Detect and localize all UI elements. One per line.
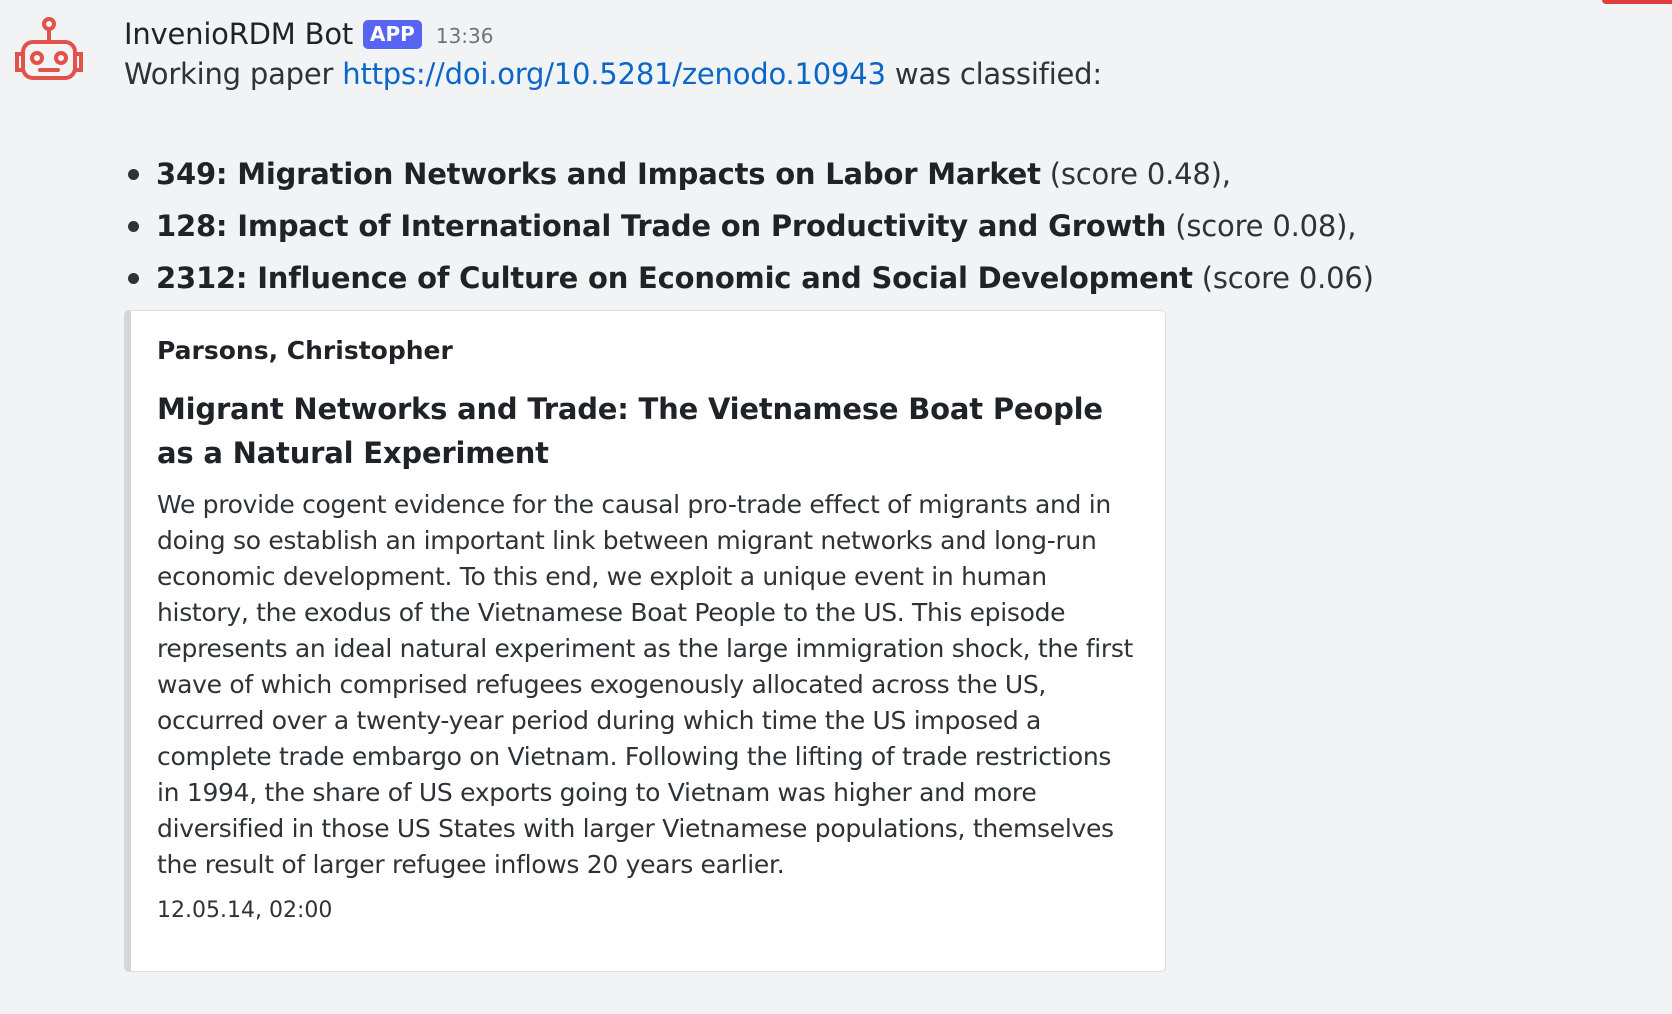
notification-indicator bbox=[1602, 0, 1672, 4]
list-item: 128: Impact of International Trade on Pr… bbox=[124, 200, 1624, 252]
intro-suffix: was classified: bbox=[885, 57, 1102, 91]
topic-score: (score 0.06) bbox=[1192, 261, 1374, 295]
topic-label: 128: Impact of International Trade on Pr… bbox=[156, 209, 1167, 243]
app-badge: APP bbox=[363, 19, 422, 49]
topic-score: (score 0.08), bbox=[1166, 209, 1357, 243]
embed-description: We provide cogent evidence for the causa… bbox=[157, 490, 1134, 879]
list-item: 2312: Influence of Culture on Economic a… bbox=[124, 252, 1624, 304]
topic-list: 349: Migration Networks and Impacts on L… bbox=[124, 148, 1624, 304]
embed-title[interactable]: Migrant Networks and Trade: The Vietname… bbox=[157, 387, 1135, 475]
intro-prefix: Working paper bbox=[124, 57, 343, 91]
message-timestamp[interactable]: 13:36 bbox=[436, 24, 494, 48]
message-content: InvenioRDM Bot APP 13:36 Working paper h… bbox=[124, 14, 1624, 972]
chat-message: InvenioRDM Bot APP 13:36 Working paper h… bbox=[0, 0, 1672, 1014]
embed-author: Parsons, Christopher bbox=[157, 336, 453, 365]
topic-label: 2312: Influence of Culture on Economic a… bbox=[156, 261, 1193, 295]
topic-score: (score 0.48), bbox=[1040, 157, 1231, 191]
bullet-icon bbox=[128, 221, 139, 232]
bullet-icon bbox=[128, 169, 139, 180]
doi-link[interactable]: https://doi.org/10.5281/zenodo.10943 bbox=[342, 57, 886, 91]
link-embed: Parsons, Christopher Migrant Networks an… bbox=[124, 310, 1166, 972]
topic-label: 349: Migration Networks and Impacts on L… bbox=[156, 157, 1041, 191]
message-text: Working paper https://doi.org/10.5281/ze… bbox=[124, 54, 1624, 94]
embed-footer: 12.05.14, 02:00 bbox=[157, 898, 333, 923]
robot-icon[interactable] bbox=[10, 16, 88, 94]
author-name[interactable]: InvenioRDM Bot bbox=[124, 17, 353, 51]
message-header: InvenioRDM Bot APP 13:36 bbox=[124, 14, 1624, 54]
bullet-icon bbox=[128, 273, 139, 284]
list-item: 349: Migration Networks and Impacts on L… bbox=[124, 148, 1624, 200]
